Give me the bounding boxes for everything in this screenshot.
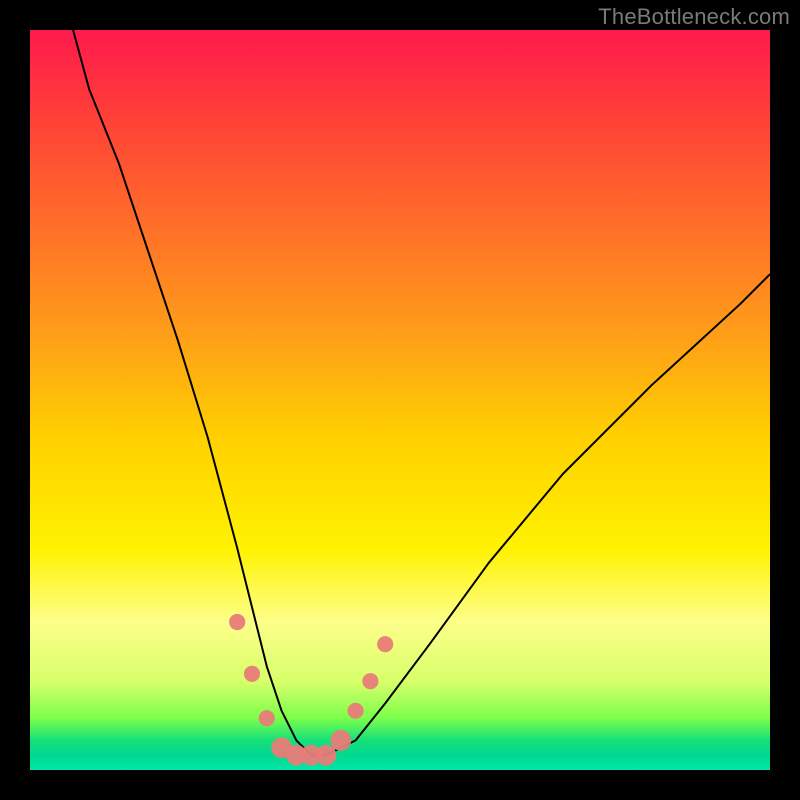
bottleneck-curve — [67, 8, 770, 755]
marker-dot — [259, 710, 275, 726]
plot-area — [30, 30, 770, 770]
marker-dot — [244, 666, 260, 682]
marker-dot — [316, 745, 337, 766]
watermark-text: TheBottleneck.com — [598, 4, 790, 30]
curve-markers — [229, 614, 393, 766]
chart-frame: TheBottleneck.com — [0, 0, 800, 800]
marker-dot — [348, 703, 364, 719]
curve-path — [67, 8, 770, 755]
marker-dot — [330, 730, 351, 751]
marker-dot — [362, 673, 378, 689]
marker-dot — [229, 614, 245, 630]
chart-overlay — [30, 30, 770, 770]
marker-dot — [377, 636, 393, 652]
